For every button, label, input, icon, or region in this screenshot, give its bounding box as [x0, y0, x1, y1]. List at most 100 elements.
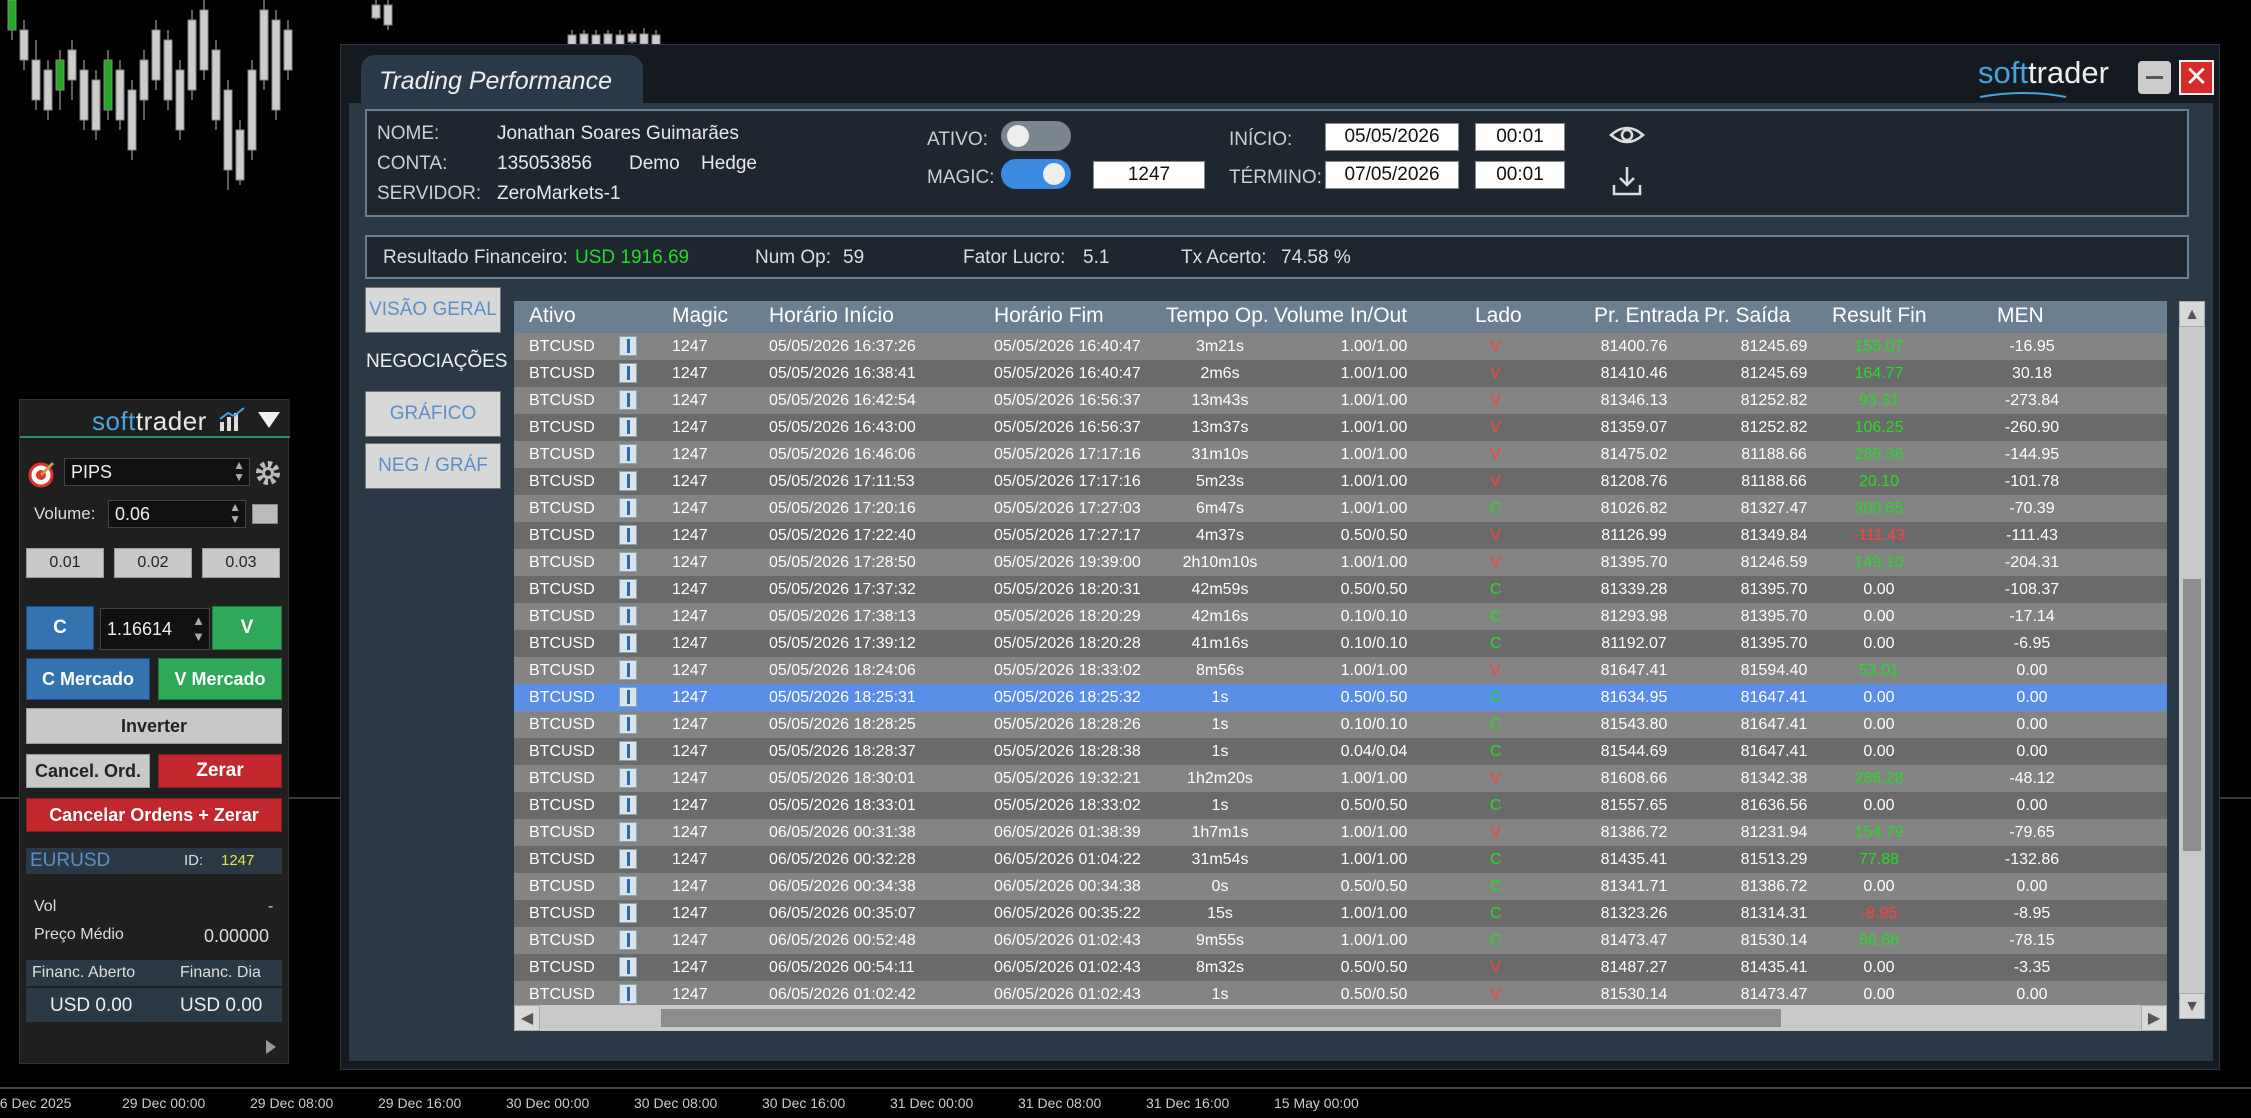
volume-preset-3[interactable]: 0.03	[202, 548, 280, 578]
volume-lock-icon[interactable]	[252, 504, 278, 524]
table-row[interactable]: BTCUSD 1247 06/05/2026 00:34:38 06/05/2026 …	[514, 873, 2167, 900]
table-row[interactable]: BTCUSD 1247 05/05/2026 17:11:53 05/05/2026 …	[514, 468, 2167, 495]
spinner-icon[interactable]: ▲ ▼	[229, 501, 241, 525]
table-row[interactable]: BTCUSD 1247 05/05/2026 16:46:06 05/05/2026 …	[514, 441, 2167, 468]
scroll-up-icon[interactable]: ▲	[2179, 301, 2205, 327]
table-row[interactable]: BTCUSD 1247 06/05/2026 00:31:38 06/05/2026 …	[514, 819, 2167, 846]
table-row[interactable]: BTCUSD 1247 05/05/2026 16:42:54 05/05/2026 …	[514, 387, 2167, 414]
eye-icon[interactable]	[1609, 123, 1645, 147]
price-input[interactable]: 1.16614 ▲ ▼	[100, 608, 210, 650]
cell-result: 266.28	[1854, 770, 1904, 787]
col-entrada[interactable]: Pr. Entrada	[1594, 304, 1699, 328]
col-tempo[interactable]: Tempo Op.	[1166, 304, 1269, 328]
cell-lado: C	[1490, 905, 1502, 922]
table-row[interactable]: BTCUSD 1247 05/05/2026 17:28:50 05/05/2026 …	[514, 549, 2167, 576]
cell-magic: 1247	[672, 851, 708, 868]
table-row[interactable]: BTCUSD 1247 05/05/2026 16:38:41 05/05/2026 …	[514, 360, 2167, 387]
collapse-arrow-icon[interactable]	[256, 410, 282, 430]
sell-button[interactable]: V	[212, 606, 282, 650]
download-icon[interactable]	[1611, 165, 1643, 197]
table-row[interactable]: BTCUSD 1247 06/05/2026 00:32:28 06/05/2026 …	[514, 846, 2167, 873]
cell-entrada: 81346.13	[1600, 392, 1668, 409]
table-row[interactable]: BTCUSD 1247 06/05/2026 00:54:11 06/05/2026 …	[514, 954, 2167, 981]
ativo-toggle[interactable]	[1001, 121, 1071, 151]
tab-grafico[interactable]: GRÁFICO	[365, 391, 501, 437]
table-row[interactable]: BTCUSD 1247 05/05/2026 17:37:32 05/05/2026 …	[514, 576, 2167, 603]
table-row[interactable]: BTCUSD 1247 06/05/2026 00:52:48 06/05/2026 …	[514, 927, 2167, 954]
volume-preset-1[interactable]: 0.01	[26, 548, 104, 578]
table-row[interactable]: BTCUSD 1247 05/05/2026 18:30:01 05/05/2026 …	[514, 765, 2167, 792]
conta-label: CONTA:	[377, 153, 448, 174]
scroll-down-icon[interactable]: ▼	[2179, 993, 2205, 1019]
tx-value: 74.58 %	[1281, 247, 1351, 268]
col-result[interactable]: Result Fin	[1832, 304, 1927, 328]
col-volume[interactable]: Volume In/Out	[1274, 304, 1407, 328]
cancel-zero-button[interactable]: Cancelar Ordens + Zerar	[26, 798, 282, 832]
table-row[interactable]: BTCUSD 1247 05/05/2026 18:28:25 05/05/2026 …	[514, 711, 2167, 738]
spinner-icon[interactable]: ▲ ▼	[192, 613, 205, 645]
col-saida[interactable]: Pr. Saída	[1704, 304, 1790, 328]
termino-time-input[interactable]: 00:01	[1475, 161, 1565, 189]
magic-toggle[interactable]	[1001, 159, 1071, 189]
cell-entrada: 81293.98	[1600, 608, 1668, 625]
col-fim[interactable]: Horário Fim	[994, 304, 1104, 328]
horizontal-scroll-thumb[interactable]	[661, 1009, 1781, 1027]
table-row[interactable]: BTCUSD 1247 05/05/2026 16:37:26 05/05/2026 …	[514, 333, 2167, 360]
invert-button[interactable]: Inverter	[26, 708, 282, 744]
vertical-scroll-thumb[interactable]	[2183, 579, 2201, 851]
cell-lado: V	[1490, 446, 1501, 463]
gear-icon[interactable]	[253, 458, 283, 488]
chart-icon[interactable]	[218, 407, 246, 433]
table-row[interactable]: BTCUSD 1247 05/05/2026 17:38:13 05/05/2026 …	[514, 603, 2167, 630]
cell-men: -111.43	[2006, 527, 2058, 544]
cancel-orders-button[interactable]: Cancel. Ord.	[26, 754, 150, 788]
col-magic[interactable]: Magic	[672, 304, 728, 328]
tab-visao-geral[interactable]: VISÃO GERAL	[365, 287, 501, 333]
table-row[interactable]: BTCUSD 1247 05/05/2026 16:43:00 05/05/2026 …	[514, 414, 2167, 441]
target-icon[interactable]	[26, 460, 56, 490]
table-row[interactable]: BTCUSD 1247 05/05/2026 18:28:37 05/05/2026 …	[514, 738, 2167, 765]
buy-button[interactable]: C	[26, 606, 94, 650]
table-row[interactable]: BTCUSD 1247 05/05/2026 18:25:31 05/05/2026 …	[514, 684, 2167, 711]
inicio-date-input[interactable]: 05/05/2026	[1325, 123, 1459, 151]
table-row[interactable]: BTCUSD 1247 05/05/2026 18:33:01 05/05/2026 …	[514, 792, 2167, 819]
cell-result: 0.00	[1863, 716, 1895, 733]
table-row[interactable]: BTCUSD 1247 06/05/2026 01:02:42 06/05/2026 …	[514, 981, 2167, 1008]
table-row[interactable]: BTCUSD 1247 05/05/2026 17:20:16 05/05/2026 …	[514, 495, 2167, 522]
scroll-right-icon[interactable]: ▶	[2141, 1005, 2167, 1031]
buy-market-button[interactable]: C Mercado	[26, 658, 150, 700]
volume-preset-2[interactable]: 0.02	[114, 548, 192, 578]
termino-date-input[interactable]: 07/05/2026	[1325, 161, 1459, 189]
minimize-button[interactable]	[2138, 61, 2171, 94]
cell-fim: 05/05/2026 18:33:02	[994, 797, 1141, 814]
cell-result: 149.10	[1854, 554, 1904, 571]
table-row[interactable]: BTCUSD 1247 06/05/2026 00:35:07 06/05/2026 …	[514, 900, 2167, 927]
col-men[interactable]: MEN	[1997, 304, 2044, 328]
zero-button[interactable]: Zerar	[158, 754, 282, 788]
vertical-scrollbar[interactable]: ▲ ▼	[2179, 301, 2205, 1019]
expand-arrow-icon[interactable]	[264, 1038, 278, 1056]
chart-icon	[619, 633, 637, 653]
close-button[interactable]: ✕	[2179, 60, 2214, 95]
col-ativo[interactable]: Ativo	[529, 304, 576, 328]
col-inicio[interactable]: Horário Início	[769, 304, 894, 328]
cell-saida: 81395.70	[1740, 581, 1808, 598]
col-lado[interactable]: Lado	[1475, 304, 1522, 328]
chart-icon	[619, 498, 637, 518]
volume-input[interactable]: 0.06 ▲ ▼	[108, 500, 246, 528]
cell-ativo: BTCUSD	[529, 500, 595, 517]
spinner-icon[interactable]: ▲ ▼	[233, 459, 245, 483]
table-row[interactable]: BTCUSD 1247 05/05/2026 17:22:40 05/05/2026 …	[514, 522, 2167, 549]
table-row[interactable]: BTCUSD 1247 05/05/2026 17:39:12 05/05/2026 …	[514, 630, 2167, 657]
horizontal-scrollbar[interactable]: ◀ ▶	[514, 1005, 2167, 1031]
magic-input[interactable]: 1247	[1093, 161, 1205, 189]
tab-neg-graf[interactable]: NEG / GRÁF	[365, 443, 501, 489]
cell-men: -17.14	[2009, 608, 2055, 625]
sell-market-button[interactable]: V Mercado	[158, 658, 282, 700]
cell-saida: 81395.70	[1740, 635, 1808, 652]
table-row[interactable]: BTCUSD 1247 05/05/2026 18:24:06 05/05/2026 …	[514, 657, 2167, 684]
scroll-left-icon[interactable]: ◀	[514, 1005, 540, 1031]
inicio-time-input[interactable]: 00:01	[1475, 123, 1565, 151]
tab-negociacoes[interactable]: NEGOCIAÇÕES	[365, 339, 507, 385]
mode-select[interactable]: PIPS ▲ ▼	[64, 458, 250, 486]
